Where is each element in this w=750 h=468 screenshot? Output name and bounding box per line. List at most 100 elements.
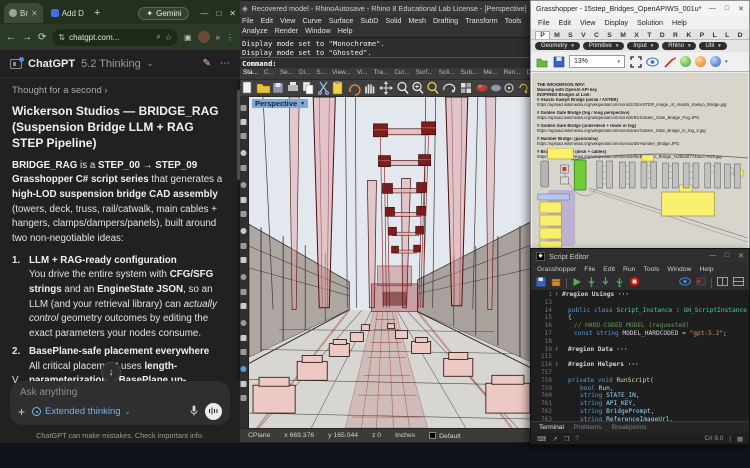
attach-button[interactable]: + bbox=[18, 405, 25, 419]
rhino-toolbar-tab[interactable]: View... bbox=[332, 69, 351, 78]
rhino-menu-item[interactable]: Tools bbox=[505, 16, 522, 26]
run-script-icon[interactable] bbox=[572, 277, 582, 289]
address-bar[interactable]: ⇅ chatgpt.com... ⌕ ☆ bbox=[52, 29, 178, 46]
pan-hand-icon[interactable] bbox=[366, 85, 374, 93]
editor-panel-tab[interactable]: Terminal bbox=[539, 424, 564, 431]
fold-arrow-icon[interactable]: ❯ bbox=[555, 291, 562, 299]
render-icon[interactable] bbox=[477, 85, 488, 92]
terminal-icon[interactable]: ⌨ bbox=[537, 435, 546, 443]
gh-close-button[interactable]: ✕ bbox=[738, 5, 744, 13]
thinking-mode-selector[interactable]: Extended thinking ⌄ bbox=[32, 406, 130, 417]
rhino-command-prompt[interactable]: Command: bbox=[238, 57, 534, 68]
rhino-toolbar-tab[interactable]: Soli... bbox=[439, 69, 455, 78]
rhino-menu-item[interactable]: Curve bbox=[302, 16, 321, 26]
grasshopper-canvas[interactable]: THE WICKERSON WAY:Massing with OpenAI AP… bbox=[532, 73, 748, 248]
gh-category-tab[interactable]: S bbox=[603, 32, 616, 39]
new-chat-icon[interactable]: ✎ bbox=[203, 58, 211, 69]
gemini-button[interactable]: ✦ Gemini bbox=[138, 7, 189, 20]
rhino-toolbar-tab[interactable]: C... bbox=[264, 69, 274, 78]
site-settings-icon[interactable]: ⇅ bbox=[58, 33, 65, 42]
gh-menu-item[interactable]: Help bbox=[672, 18, 687, 27]
gh-subcategory-pill[interactable]: Primitive▾ bbox=[583, 42, 625, 50]
rhino-menu-item[interactable]: Drafting bbox=[433, 16, 458, 26]
se-menu-item[interactable]: Grasshopper bbox=[537, 266, 576, 273]
chatgpt-title[interactable]: ChatGPT bbox=[28, 58, 75, 70]
gh-menu-item[interactable]: View bbox=[580, 18, 595, 27]
sidebar-toggle-icon[interactable] bbox=[10, 59, 22, 69]
fold-arrow-icon[interactable]: ❯ bbox=[555, 346, 562, 354]
preview-eye-icon[interactable] bbox=[646, 55, 659, 68]
overflow-chevron-icon[interactable]: » bbox=[216, 33, 220, 42]
gumball-orange-icon[interactable] bbox=[695, 56, 706, 67]
gh-category-tab[interactable]: T bbox=[643, 32, 656, 39]
rhino-toolbar-tab[interactable]: Ren... bbox=[504, 69, 521, 78]
script-editor-titlebar[interactable]: ◆ Script Editor — □ ✕ bbox=[531, 249, 749, 263]
rhino-toolbar-tab[interactable]: Tra... bbox=[374, 69, 389, 78]
zoom-window-icon[interactable] bbox=[413, 83, 423, 94]
gh-subcategory-pill[interactable]: Input▾ bbox=[627, 42, 659, 50]
gh-category-tab[interactable]: P bbox=[695, 32, 708, 39]
paste-icon[interactable] bbox=[333, 81, 342, 94]
browser-maximize-button[interactable]: □ bbox=[216, 9, 221, 18]
model-dropdown-icon[interactable]: ⌄ bbox=[147, 59, 154, 68]
gh-maximize-button[interactable]: □ bbox=[725, 5, 729, 13]
status-layer[interactable]: Default bbox=[429, 432, 461, 440]
rhino-menu-item[interactable]: Analyze bbox=[242, 26, 268, 36]
rhino-toolbar-tab[interactable]: Surf... bbox=[416, 69, 433, 78]
se-close-button[interactable]: ✕ bbox=[738, 252, 744, 260]
zoom-extents-icon[interactable] bbox=[398, 83, 408, 94]
extensions-icon[interactable]: ▣ bbox=[184, 33, 192, 42]
profile-avatar[interactable] bbox=[198, 31, 210, 43]
browser-menu-icon[interactable]: ⋮ bbox=[226, 33, 234, 42]
lock-object-icon[interactable] bbox=[520, 84, 527, 93]
print-icon[interactable] bbox=[288, 82, 298, 91]
browser-close-button[interactable]: ✕ bbox=[229, 9, 236, 18]
step-into-icon[interactable] bbox=[601, 277, 610, 289]
help-icon[interactable]: ? bbox=[575, 435, 579, 442]
viewport-label[interactable]: Perspective▼ bbox=[252, 99, 308, 108]
rhino-menu-item[interactable]: View bbox=[280, 16, 295, 26]
preview-eye-icon[interactable] bbox=[679, 277, 691, 288]
status-units[interactable]: Inches bbox=[395, 432, 415, 439]
stop-icon[interactable] bbox=[629, 276, 640, 289]
tab-close-icon[interactable]: ✕ bbox=[31, 9, 38, 18]
voice-mode-button[interactable]: ı|ıı bbox=[205, 403, 222, 420]
gumball-blue-icon[interactable] bbox=[710, 56, 721, 67]
bookmark-star-icon[interactable]: ☆ bbox=[165, 33, 172, 42]
package-icon[interactable] bbox=[551, 277, 561, 289]
se-menu-item[interactable]: File bbox=[584, 266, 595, 273]
gh-category-tab[interactable]: D bbox=[733, 32, 746, 39]
layout-columns-icon[interactable] bbox=[717, 277, 728, 288]
gh-minimize-button[interactable]: — bbox=[709, 5, 716, 13]
gh-category-tab[interactable]: L bbox=[708, 32, 721, 39]
gh-category-tab[interactable]: K bbox=[682, 32, 695, 39]
gh-category-tab[interactable]: M bbox=[550, 32, 564, 39]
grasshopper-titlebar[interactable]: Grasshopper - 15step_Bridges_OpenAPIWS_0… bbox=[531, 1, 749, 16]
se-menu-item[interactable]: Edit bbox=[603, 266, 615, 273]
rhino-menu-item[interactable]: Surface bbox=[329, 16, 354, 26]
rhino-menu-item[interactable]: Window bbox=[305, 26, 331, 36]
copy-icon[interactable] bbox=[303, 82, 313, 94]
browser-tab-active[interactable]: Br ✕ bbox=[4, 3, 43, 23]
rhino-toolbar-tab[interactable]: Cur... bbox=[394, 69, 409, 78]
editor-panel-tab[interactable]: Breakpoints bbox=[612, 424, 647, 431]
rhino-toolbar-tab[interactable]: Vi... bbox=[357, 69, 368, 78]
debug-continue-icon[interactable] bbox=[587, 277, 596, 289]
rhino-perspective-viewport[interactable]: Perspective▼ bbox=[249, 97, 534, 428]
search-in-page-icon[interactable]: ⌕ bbox=[156, 32, 160, 42]
new-tab-button[interactable]: + bbox=[94, 7, 100, 19]
back-icon[interactable]: ← bbox=[6, 32, 16, 43]
rhino-menu-item[interactable]: Transform bbox=[465, 16, 497, 26]
se-menu-item[interactable]: Window bbox=[667, 266, 691, 273]
gh-category-tab[interactable]: V bbox=[577, 32, 590, 39]
gh-category-tab[interactable]: D bbox=[656, 32, 669, 39]
code-editor[interactable]: 1❯#region Usings ···1314public class Scr… bbox=[531, 291, 749, 421]
browser-tab[interactable]: Add D bbox=[46, 3, 89, 23]
gh-menu-item[interactable]: File bbox=[538, 18, 550, 27]
rhino-menu-item[interactable]: Help bbox=[338, 26, 353, 36]
step-over-icon[interactable] bbox=[615, 277, 624, 289]
rhino-menu-item[interactable]: Mesh bbox=[408, 16, 426, 26]
rhino-toolbar-tab[interactable]: Me... bbox=[483, 69, 497, 78]
language-version[interactable]: C# 9.0 bbox=[704, 435, 723, 442]
rhino-menu-item[interactable]: Solid bbox=[385, 16, 401, 26]
